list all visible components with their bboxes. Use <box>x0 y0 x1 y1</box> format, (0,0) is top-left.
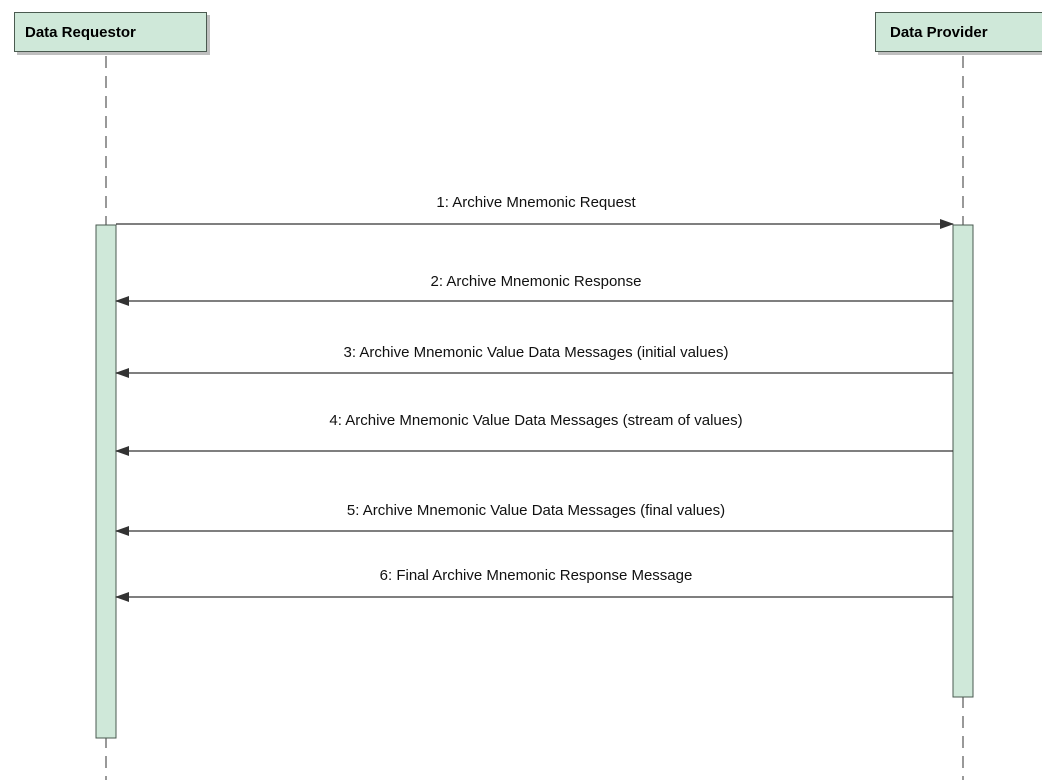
message-label-5: 5: Archive Mnemonic Value Data Messages … <box>346 502 726 519</box>
activation-bar-requestor <box>95 224 117 739</box>
message-label-2: 2: Archive Mnemonic Response <box>430 273 642 290</box>
message-label-1: 1: Archive Mnemonic Request <box>436 194 636 211</box>
activation-bar-provider <box>952 224 974 698</box>
sequence-diagram <box>95 56 974 780</box>
message-label-3: 3: Archive Mnemonic Value Data Messages … <box>343 344 729 361</box>
message-label-6: 6: Final Archive Mnemonic Response Messa… <box>379 567 693 584</box>
message-label-4: 4: Archive Mnemonic Value Data Messages … <box>329 412 743 429</box>
